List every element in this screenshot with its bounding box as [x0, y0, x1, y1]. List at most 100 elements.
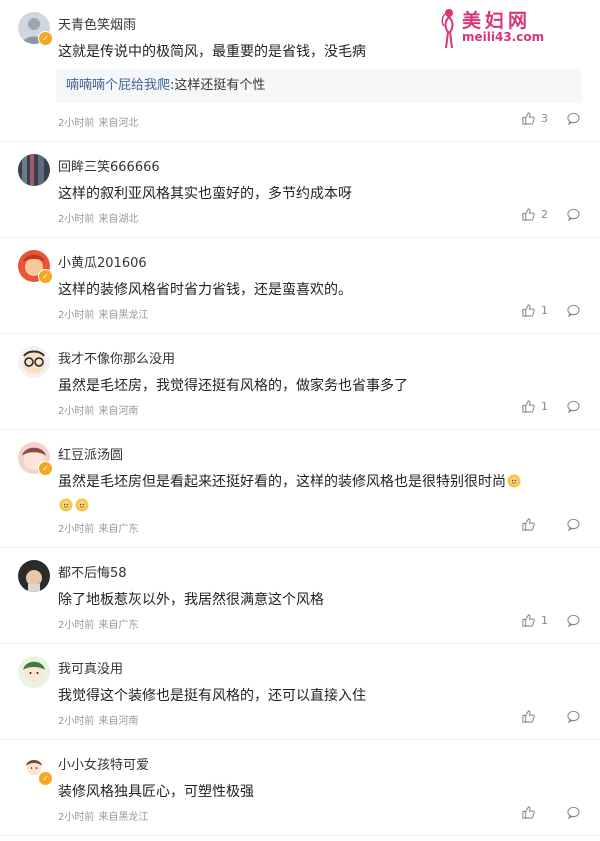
comment-time: 2小时前	[58, 812, 95, 823]
quoted-reply: 喃喃喃个屁给我爬:这样还挺有个性	[56, 69, 582, 103]
avatar-image	[18, 560, 50, 592]
comment-time: 2小时前	[58, 118, 95, 129]
avatar[interactable]	[18, 154, 50, 186]
reply-text: :这样还挺有个性	[170, 78, 266, 93]
thumbs-up-icon[interactable]	[522, 614, 535, 627]
thumbs-up-icon[interactable]	[522, 400, 535, 413]
comment-item: ✓ 小黄瓜201606 这样的装修风格省时省力省钱，还是蛮喜欢的。 2小时前 来自…	[0, 238, 600, 334]
thumbs-up-icon[interactable]	[522, 304, 535, 317]
comment-actions	[522, 806, 580, 819]
verified-badge-icon: ✓	[38, 771, 53, 786]
comment-username[interactable]: 回眸三笑666666	[58, 156, 160, 175]
thumbs-up-icon[interactable]	[522, 806, 535, 819]
comment-meta: 2小时前 来自黑龙江	[58, 808, 152, 823]
avatar[interactable]	[18, 560, 50, 592]
comment-item: 回眸三笑666666 这样的叙利亚风格其实也蛮好的，多节约成本呀 2小时前 来自湖…	[0, 142, 600, 238]
comment-actions	[522, 710, 580, 723]
comment-actions: 1	[522, 614, 580, 627]
avatar-image	[18, 656, 50, 688]
comment-meta: 2小时前 来自湖北	[58, 210, 142, 225]
thumbs-up-icon[interactable]	[522, 112, 535, 125]
reply-bubble-icon[interactable]	[567, 518, 580, 531]
thumbs-up-icon[interactable]	[522, 710, 535, 723]
comment-meta: 2小时前 来自广东	[58, 520, 142, 535]
comment-text: 我觉得这个装修也是挺有风格的，还可以直接入住	[58, 688, 366, 704]
comment-location: 来自湖北	[98, 214, 139, 225]
verified-badge-icon: ✓	[38, 269, 53, 284]
avatar[interactable]: ✓	[18, 12, 53, 46]
comment-time: 2小时前	[58, 716, 95, 727]
avatar[interactable]	[18, 346, 50, 378]
comment-text: 除了地板惹灰以外，我居然很满意这个风格	[58, 592, 324, 608]
comment-location: 来自河南	[98, 716, 139, 727]
comment-time: 2小时前	[58, 406, 95, 417]
comment-item: 都不后悔58 除了地板惹灰以外，我居然很满意这个风格 2小时前 来自广东 1	[0, 548, 600, 644]
avatar[interactable]: ✓	[18, 250, 53, 284]
like-count: 1	[541, 400, 548, 413]
comment-actions: 3	[522, 112, 580, 125]
avatar[interactable]: ✓	[18, 752, 53, 786]
comment-location: 来自广东	[98, 524, 139, 535]
comment-text-body: 虽然是毛坯房但是看起来还挺好看的，这样的装修风格也是很特别很时尚	[58, 474, 506, 490]
avatar[interactable]	[18, 656, 50, 688]
comment-username[interactable]: 天青色笑烟雨	[58, 14, 136, 33]
comment-meta: 2小时前 来自河北	[58, 114, 142, 129]
comment-time: 2小时前	[58, 310, 95, 321]
flower-face-emoji-icon	[75, 498, 89, 512]
flower-face-emoji-icon	[507, 474, 521, 488]
avatar[interactable]: ✓	[18, 442, 53, 476]
comment-username[interactable]: 都不后悔58	[58, 562, 127, 581]
comment-time: 2小时前	[58, 524, 95, 535]
comment-actions: 1	[522, 304, 580, 317]
comment-text: 这就是传说中的极简风，最重要的是省钱，没毛病	[58, 44, 366, 60]
comment-meta: 2小时前 来自河南	[58, 712, 142, 727]
comment-actions	[522, 518, 580, 531]
comment-username[interactable]: 我可真没用	[58, 658, 123, 677]
like-count: 1	[541, 304, 548, 317]
thumbs-up-icon[interactable]	[522, 518, 535, 531]
reply-bubble-icon[interactable]	[567, 614, 580, 627]
comment-actions: 1	[522, 400, 580, 413]
avatar-image	[18, 346, 50, 378]
comment-location: 来自广东	[98, 620, 139, 631]
comment-meta: 2小时前 来自河南	[58, 402, 142, 417]
comment-meta: 2小时前 来自黑龙江	[58, 306, 152, 321]
reply-bubble-icon[interactable]	[567, 806, 580, 819]
comment-time: 2小时前	[58, 620, 95, 631]
reply-bubble-icon[interactable]	[567, 208, 580, 221]
comment-location: 来自黑龙江	[98, 812, 149, 823]
comment-text: 装修风格独具匠心，可塑性极强	[58, 784, 254, 800]
comment-username[interactable]: 我才不像你那么没用	[58, 348, 175, 367]
comment-item: 我可真没用 我觉得这个装修也是挺有风格的，还可以直接入住 2小时前 来自河南	[0, 644, 600, 740]
comment-item: ✓ 红豆派汤圆 虽然是毛坯房但是看起来还挺好看的，这样的装修风格也是很特别很时尚…	[0, 430, 600, 548]
reply-bubble-icon[interactable]	[567, 112, 580, 125]
comment-username[interactable]: 小黄瓜201606	[58, 252, 147, 271]
comment-actions: 2	[522, 208, 580, 221]
reply-bubble-icon[interactable]	[567, 400, 580, 413]
comment-item: ✓ 小小女孩特可爱 装修风格独具匠心，可塑性极强 2小时前 来自黑龙江	[0, 740, 600, 836]
comment-username[interactable]: 小小女孩特可爱	[58, 754, 149, 773]
like-count: 1	[541, 614, 548, 627]
comment-text: 这样的叙利亚风格其实也蛮好的，多节约成本呀	[58, 186, 352, 202]
reply-bubble-icon[interactable]	[567, 710, 580, 723]
comment-item: 我才不像你那么没用 虽然是毛坯房，我觉得还挺有风格的，做家务也省事多了 2小时前…	[0, 334, 600, 430]
comment-location: 来自黑龙江	[98, 310, 149, 321]
verified-badge-icon: ✓	[38, 461, 53, 476]
like-count: 3	[541, 112, 548, 125]
comment-text: 虽然是毛坯房，我觉得还挺有风格的，做家务也省事多了	[58, 378, 408, 394]
avatar-image	[18, 154, 50, 186]
comment-username[interactable]: 红豆派汤圆	[58, 444, 123, 463]
reply-bubble-icon[interactable]	[567, 304, 580, 317]
comment-location: 来自河北	[98, 118, 139, 129]
comment-text: 这样的装修风格省时省力省钱，还是蛮喜欢的。	[58, 282, 352, 298]
thumbs-up-icon[interactable]	[522, 208, 535, 221]
verified-badge-icon: ✓	[38, 31, 53, 46]
comment-item: ✓ 天青色笑烟雨 这就是传说中的极简风，最重要的是省钱，没毛病 喃喃喃个屁给我爬…	[0, 0, 600, 142]
comment-location: 来自河南	[98, 406, 139, 417]
comment-meta: 2小时前 来自广东	[58, 616, 142, 631]
comment-text: 虽然是毛坯房但是看起来还挺好看的，这样的装修风格也是很特别很时尚	[58, 470, 578, 518]
like-count: 2	[541, 208, 548, 221]
comment-time: 2小时前	[58, 214, 95, 225]
reply-username[interactable]: 喃喃喃个屁给我爬	[66, 78, 170, 93]
flower-face-emoji-icon	[59, 498, 73, 512]
